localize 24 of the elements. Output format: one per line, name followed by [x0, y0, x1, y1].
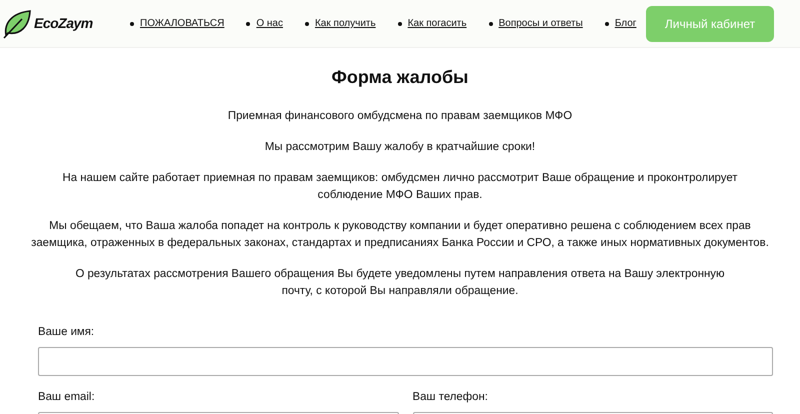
nav-link[interactable]: ПОЖАЛОВАТЬСЯ	[140, 16, 224, 31]
nav-link[interactable]: О нас	[256, 16, 283, 31]
field-label: Ваш телефон:	[412, 390, 489, 406]
bullet-icon	[130, 22, 134, 26]
nav-link[interactable]: Вопросы и ответы	[498, 16, 583, 31]
description-text: О результатах рассмотрения Вашего обращения Вы будете уведомлены путем направления ответа на Вашу электронную почту, с которой Вы направляли обращение.	[74, 267, 726, 299]
bullet-icon	[398, 22, 402, 26]
logo-text[interactable]: EcoZaym	[34, 13, 93, 34]
nav-link[interactable]: Как получить	[314, 16, 376, 31]
bullet-icon	[604, 22, 609, 26]
bullet-icon	[488, 22, 493, 26]
description-text: Мы обещаем, что Ваша жалоба попадет на контроль к руководству компании и будет оперативно решена с соблюдением всех прав заемщика, отраженных в федеральных законах, стандартах и предписаниях Банка России и СРО, а также иных нормативных документов.	[30, 219, 770, 251]
nav-link[interactable]: Как погасить	[408, 16, 467, 31]
description-text: Мы рассмотрим Вашу жалобу в кратчайшие сроки!	[264, 140, 536, 155]
description-text: Приемная финансового омбудсмена по правам заемщиков МФО	[228, 109, 572, 124]
bullet-icon	[304, 22, 309, 26]
name-field[interactable]	[38, 347, 773, 376]
bullet-icon	[246, 22, 250, 26]
field-label: Ваше имя:	[38, 325, 96, 340]
description-text: На нашем сайте работает приемная по правам заемщиков: омбудсмен лично рассмотрит Ваше обращение и проконтролирует соблюдение МФО Ваших прав.	[62, 171, 738, 203]
nav-link[interactable]: Блог	[614, 16, 636, 31]
page-title: Форма жалобы	[332, 66, 468, 89]
field-label: Ваш email:	[38, 390, 96, 406]
leaf-icon	[2, 8, 32, 38]
